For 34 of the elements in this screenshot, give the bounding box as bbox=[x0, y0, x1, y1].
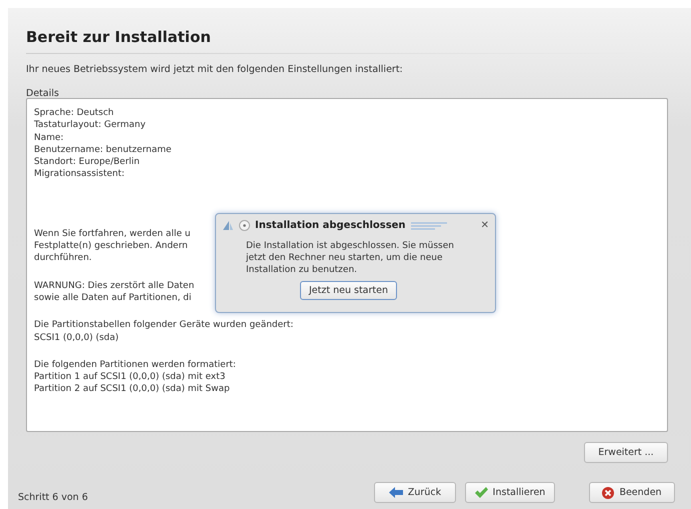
window-menu-icon[interactable] bbox=[239, 220, 250, 231]
app-icon bbox=[222, 220, 234, 231]
details-line: Tastaturlayout: Germany bbox=[34, 119, 146, 132]
description-text: Ihr neues Betriebssystem wird jetzt mit den folgenden Einstellungen installiert: bbox=[26, 63, 403, 77]
back-arrow-icon bbox=[388, 487, 403, 498]
details-line: SCSI1 (0,0,0) (sda) bbox=[34, 332, 119, 344]
details-line: durchführen. bbox=[34, 252, 92, 265]
details-line: Standort: Europe/Berlin bbox=[34, 156, 140, 168]
details-line: WARNUNG: Dies zerstört alle Daten bbox=[34, 280, 194, 292]
details-line: sowie alle Daten auf Partitionen, di bbox=[34, 292, 192, 304]
advanced-button[interactable]: Erweitert ... bbox=[584, 442, 668, 463]
dialog-message: Die Installation ist abgeschlossen. Sie müssen jetzt den Rechner neu starten, um die neue Installation zu benutzen. bbox=[246, 240, 455, 276]
dialog-title: Installation abgeschlossen bbox=[255, 219, 406, 233]
close-button[interactable]: ✕ bbox=[480, 218, 489, 233]
title-bar-grip bbox=[410, 222, 447, 230]
check-icon bbox=[474, 487, 488, 498]
install-button[interactable]: Installieren bbox=[465, 482, 555, 503]
details-line: Wenn Sie fortfahren, werden alle u bbox=[34, 228, 190, 240]
cancel-icon bbox=[602, 486, 614, 498]
details-line: Benutzername: benutzername bbox=[34, 144, 172, 156]
details-line: Migrationsassistent: bbox=[34, 168, 125, 181]
quit-button[interactable]: Beenden bbox=[589, 482, 675, 503]
details-line: Die folgenden Partitionen werden formatiert: bbox=[34, 358, 236, 372]
details-line: Sprache: Deutsch bbox=[34, 107, 114, 120]
details-line: Name: bbox=[34, 132, 64, 144]
page-title: Bereit zur Installation bbox=[26, 27, 211, 48]
restart-button[interactable]: Jetzt neu starten bbox=[300, 281, 398, 300]
back-button[interactable]: Zurück bbox=[374, 482, 456, 503]
details-line: Die Partitionstabellen folgender Geräte wurden geändert: bbox=[34, 319, 294, 332]
details-label: Details bbox=[26, 87, 59, 101]
details-line: Festplatte(n) geschrieben. Andern bbox=[34, 240, 188, 252]
details-line: Partition 1 auf SCSI1 (0,0,0) (sda) mit ext3 bbox=[34, 371, 226, 384]
step-indicator: Schritt 6 von 6 bbox=[18, 491, 88, 505]
details-line: Partition 2 auf SCSI1 (0,0,0) (sda) mit Swap bbox=[34, 383, 230, 396]
